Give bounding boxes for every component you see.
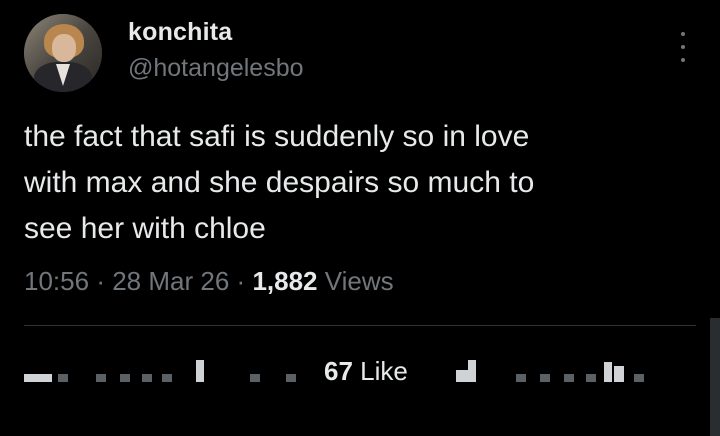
meta-separator: · [96, 266, 105, 296]
more-dot [681, 45, 685, 49]
more-vertical-icon[interactable] [676, 32, 690, 62]
share-blur [516, 374, 526, 382]
tweet-time[interactable]: 10:56 [24, 266, 89, 296]
like-button[interactable]: 67 Like [324, 356, 408, 387]
share-blur [586, 374, 596, 382]
views-label: Views [324, 266, 394, 296]
more-dot [681, 32, 685, 36]
reply-count-blur [120, 374, 130, 382]
tweet-date[interactable]: 28 Mar 26 [112, 266, 229, 296]
divider [24, 325, 696, 326]
reply-count-blur [162, 374, 172, 382]
more-dot [681, 58, 685, 62]
share-icon-part [614, 366, 624, 382]
avatar-face [52, 34, 76, 62]
retweet-icon[interactable] [196, 360, 204, 382]
retweet-count-blur [250, 374, 260, 382]
reply-count-blur [96, 374, 106, 382]
bookmark-icon[interactable] [456, 370, 476, 382]
views-count: 1,882 [252, 266, 318, 296]
like-count: 67 [324, 356, 353, 386]
like-label: Like [360, 356, 408, 386]
share-blur [540, 374, 550, 382]
tweet-meta: 10:56 · 28 Mar 26 · 1,882 Views [24, 266, 394, 297]
bookmark-icon-part [468, 360, 476, 370]
scrollbar[interactable] [710, 318, 720, 436]
reply-count-blur [58, 374, 68, 382]
share-icon[interactable] [604, 362, 612, 382]
retweet-count-blur [286, 374, 296, 382]
action-bar: 67 Like [24, 356, 696, 387]
meta-separator: · [236, 266, 246, 296]
user-handle[interactable]: @hotangelesbo [128, 54, 304, 83]
display-name[interactable]: konchita [128, 18, 232, 47]
tweet-view: konchita @hotangelesbo the fact that saf… [0, 0, 720, 436]
reply-icon[interactable] [24, 374, 52, 382]
reply-count-blur [142, 374, 152, 382]
avatar[interactable] [24, 14, 102, 92]
tweet-text: the fact that safi is suddenly so in lov… [24, 120, 535, 245]
share-blur [564, 374, 574, 382]
share-blur [634, 374, 644, 382]
